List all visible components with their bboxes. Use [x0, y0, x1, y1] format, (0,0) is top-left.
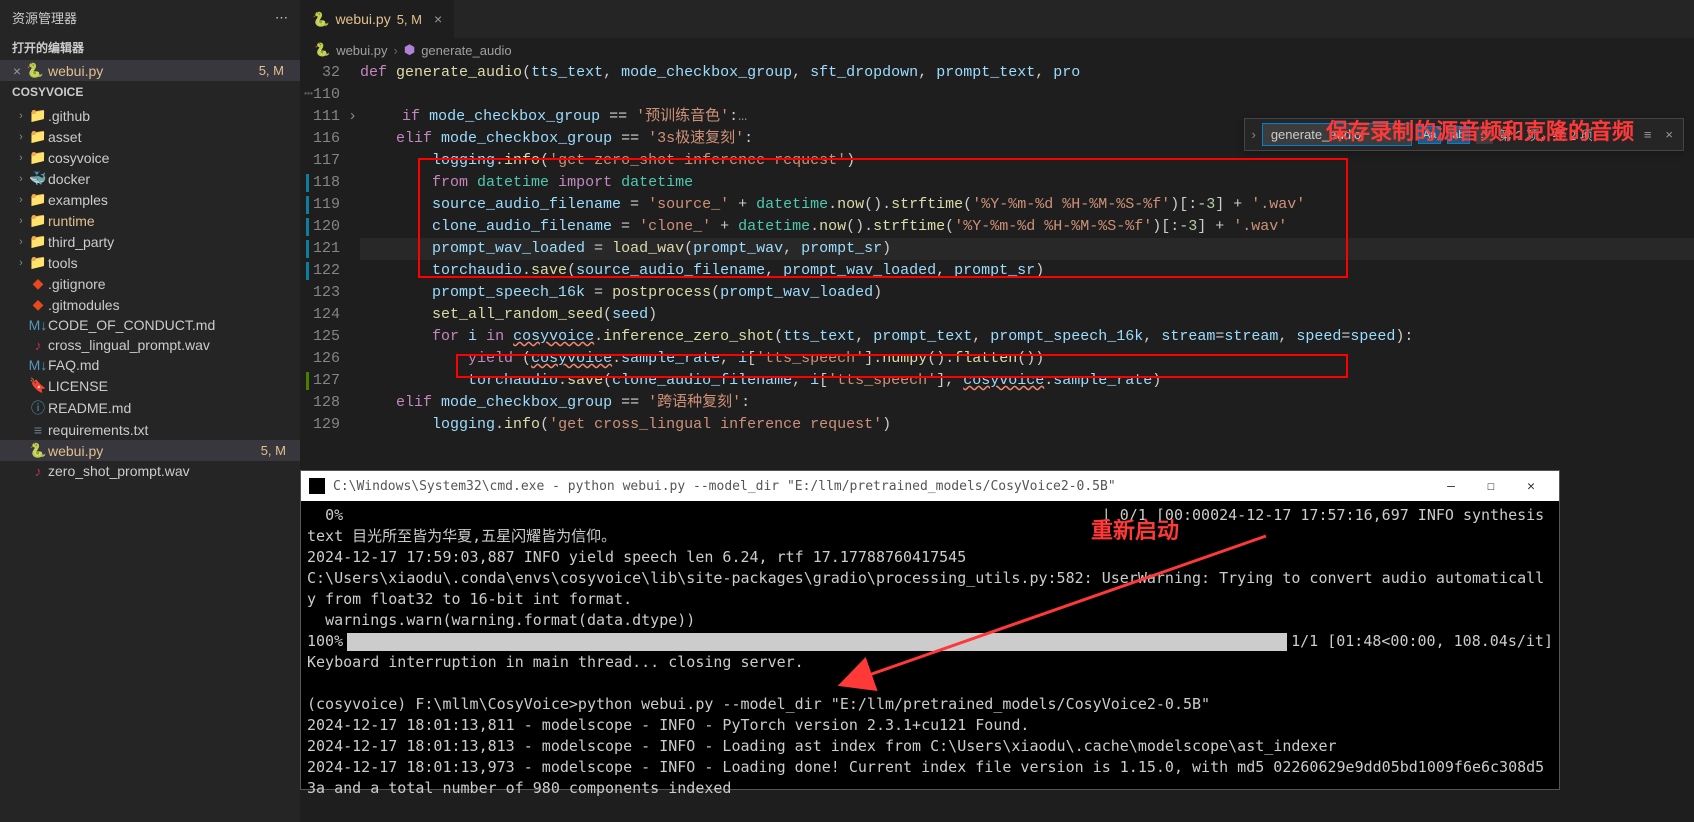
terminal-body[interactable]: 0% | 0/1 [00:00024-12-17 17:57:16,697 IN…	[301, 501, 1559, 803]
sidebar: 资源管理器 ⋯ 打开的编辑器 × 🐍 webui.py 5, M COSYVOI…	[0, 0, 300, 822]
tree-item-README-md[interactable]: ⓘREADME.md	[0, 396, 300, 420]
tab-name: webui.py	[335, 11, 390, 27]
tree-item-asset[interactable]: ›📁asset	[0, 126, 300, 147]
tree-item-cross-lingual-prompt-wav[interactable]: ♪cross_lingual_prompt.wav	[0, 335, 300, 355]
terminal-window: C:\Windows\System32\cmd.exe - python web…	[300, 470, 1560, 790]
tree-item-FAQ-md[interactable]: M↓FAQ.md	[0, 355, 300, 375]
tree-item-docker[interactable]: ›🐳docker	[0, 168, 300, 189]
annotation-save-audio: 保存录制的源音频和克隆的音频	[1326, 114, 1634, 146]
project-header[interactable]: COSYVOICE	[0, 81, 300, 103]
annotation-restart: 重新启动	[1091, 521, 1179, 542]
open-editors-header[interactable]: 打开的编辑器	[0, 35, 300, 60]
chevron-right-icon: ›	[394, 43, 398, 58]
close-icon[interactable]: ×	[434, 11, 442, 27]
tab-bar: 🐍 webui.py 5, M ×	[300, 0, 1694, 38]
tree-item-runtime[interactable]: ›📁runtime	[0, 210, 300, 231]
maximize-icon[interactable]: ☐	[1471, 476, 1511, 497]
open-editor-item[interactable]: × 🐍 webui.py 5, M	[0, 60, 300, 81]
close-icon[interactable]: ✕	[1511, 476, 1551, 497]
tree-item-webui-py[interactable]: 🐍webui.py5, M	[0, 440, 300, 461]
tree-item-zero-shot-prompt-wav[interactable]: ♪zero_shot_prompt.wav	[0, 461, 300, 481]
breadcrumb-file[interactable]: webui.py	[336, 43, 387, 58]
tree-item-cosyvoice[interactable]: ›📁cosyvoice	[0, 147, 300, 168]
close-icon[interactable]: ×	[1661, 127, 1677, 142]
tab-webui[interactable]: 🐍 webui.py 5, M ×	[300, 0, 455, 38]
sidebar-header: 资源管理器 ⋯	[0, 0, 300, 35]
symbol-icon: ⬢	[404, 42, 415, 58]
open-editor-name: webui.py	[48, 63, 259, 79]
chevron-right-icon[interactable]: ›	[1251, 127, 1255, 142]
tree-item-third-party[interactable]: ›📁third_party	[0, 231, 300, 252]
tree-item-tools[interactable]: ›📁tools	[0, 252, 300, 273]
terminal-titlebar[interactable]: C:\Windows\System32\cmd.exe - python web…	[301, 471, 1559, 501]
tree-item-CODE-OF-CONDUCT-md[interactable]: M↓CODE_OF_CONDUCT.md	[0, 315, 300, 335]
breadcrumb-symbol[interactable]: generate_audio	[421, 43, 511, 58]
cmd-icon	[309, 478, 325, 494]
find-in-selection-icon[interactable]: ≡	[1640, 127, 1656, 142]
open-editor-status: 5, M	[259, 63, 284, 78]
tree-item--gitmodules[interactable]: ◆.gitmodules	[0, 294, 300, 315]
explorer-title: 资源管理器	[12, 8, 77, 27]
python-icon: 🐍	[312, 11, 329, 28]
terminal-title: C:\Windows\System32\cmd.exe - python web…	[333, 476, 1431, 497]
file-tree: ›📁.github›📁asset›📁cosyvoice›🐳docker›📁exa…	[0, 103, 300, 483]
breadcrumb[interactable]: 🐍 webui.py › ⬢ generate_audio	[300, 38, 1694, 62]
python-icon: 🐍	[314, 42, 330, 58]
tab-status: 5, M	[397, 12, 422, 27]
tree-item-LICENSE[interactable]: 🔖LICENSE	[0, 375, 300, 396]
more-actions-icon[interactable]: ⋯	[275, 10, 288, 26]
minimize-icon[interactable]: —	[1431, 476, 1471, 497]
python-icon: 🐍	[26, 62, 44, 79]
tree-item--github[interactable]: ›📁.github	[0, 105, 300, 126]
tree-item--gitignore[interactable]: ◆.gitignore	[0, 273, 300, 294]
close-icon[interactable]: ×	[8, 63, 26, 79]
tree-item-requirements-txt[interactable]: ≡requirements.txt	[0, 420, 300, 440]
tree-item-examples[interactable]: ›📁examples	[0, 189, 300, 210]
